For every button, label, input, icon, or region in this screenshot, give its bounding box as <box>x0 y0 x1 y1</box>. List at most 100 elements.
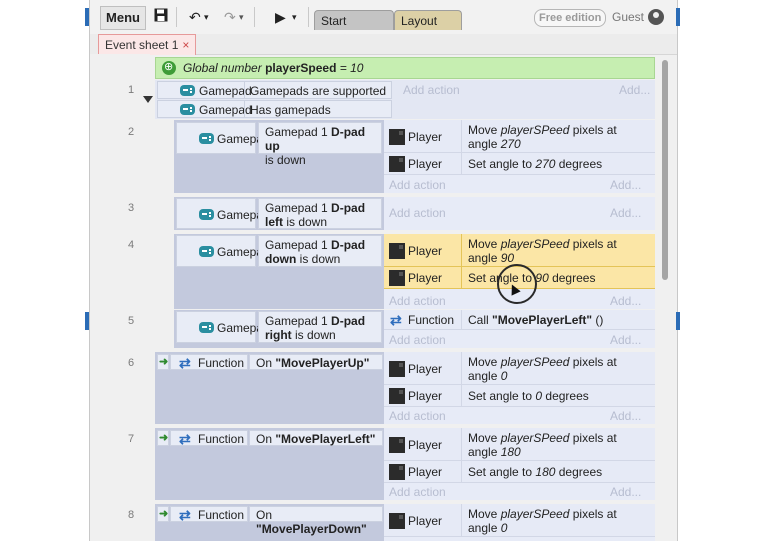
condition-object-cell[interactable]: Gamepad <box>176 198 270 229</box>
add-more-link[interactable]: Add... <box>610 178 641 192</box>
add-action-link[interactable]: Add action <box>403 83 460 97</box>
user-label[interactable]: Guest <box>612 10 644 24</box>
condition-text: On "MovePlayerLeft" <box>256 432 376 446</box>
condition-text: Has gamepads <box>250 103 331 117</box>
vertical-scrollbar[interactable] <box>662 60 668 280</box>
condition[interactable]: Gamepad Gamepads are supported <box>157 81 392 99</box>
event-number: 3 <box>127 202 135 214</box>
add-more-link[interactable]: Add... <box>610 485 641 499</box>
divider <box>461 504 462 536</box>
action-row[interactable]: Player Move playerSPeed pixels at angle 0 <box>384 352 655 385</box>
tab-start-page[interactable]: Start page× <box>314 10 394 48</box>
action-text: Move playerSPeed pixels at angle 0 <box>468 355 617 383</box>
action-row[interactable]: Player Move playerSPeed pixels at angle 0 <box>384 504 655 537</box>
action-row[interactable]: ⇄ Function Call "MovePlayerLeft" () <box>384 310 655 330</box>
condition-object-cell[interactable]: ⇄ Function <box>170 430 248 446</box>
action-object: Player <box>408 465 443 479</box>
condition[interactable]: Gamepad 1 D-pad down is down <box>258 235 382 267</box>
add-action-link[interactable]: Add action <box>389 409 446 423</box>
action-text: Move playerSPeed pixels at angle 0 <box>468 507 617 535</box>
add-more-link[interactable]: Add... <box>619 83 650 97</box>
add-action-link[interactable]: Add action <box>389 294 446 308</box>
condition-object: Function <box>198 508 245 522</box>
action-row[interactable]: Player Move playerSPeed pixels at angle 2… <box>384 120 655 153</box>
action-object: Player <box>408 157 443 171</box>
gamepad-icon <box>180 85 195 96</box>
condition[interactable]: Gamepad Has gamepads <box>157 100 392 118</box>
divider <box>461 385 462 406</box>
condition[interactable]: Gamepad 1 D-pad left is down <box>258 198 382 229</box>
divider <box>244 101 245 118</box>
add-action-link[interactable]: Add action <box>389 333 446 347</box>
add-action-link[interactable]: Add action <box>389 206 446 220</box>
gamepad-icon <box>199 133 214 144</box>
global-variable[interactable]: Global number playerSpeed = 10 <box>155 57 655 79</box>
trigger-arrow-icon: ➜ <box>159 508 169 520</box>
condition[interactable]: On "MovePlayerUp" <box>249 354 383 370</box>
event-number: 4 <box>127 239 135 251</box>
condition[interactable]: On "MovePlayerLeft" <box>249 430 383 446</box>
sprite-icon <box>389 388 405 404</box>
add-more-link[interactable]: Add... <box>610 206 641 220</box>
function-icon: ⇄ <box>179 355 191 371</box>
action-row[interactable]: Player Move playerSPeed pixels at angle 1… <box>384 428 655 461</box>
user-icon[interactable] <box>648 9 664 25</box>
tab-layout-1[interactable]: Layout 1× <box>394 10 462 48</box>
trigger-cell: ➜ <box>157 430 169 446</box>
sprite-icon <box>389 437 405 453</box>
divider <box>461 310 462 329</box>
action-text: Set angle to 180 degrees <box>468 465 603 479</box>
play-dropdown-icon[interactable]: ▾ <box>292 8 297 26</box>
add-more-link[interactable]: Add... <box>610 294 641 308</box>
condition[interactable]: On "MovePlayerDown" <box>249 506 383 536</box>
add-action-link[interactable]: Add action <box>389 485 446 499</box>
redo-dropdown-icon[interactable]: ▾ <box>239 8 244 26</box>
action-text: Move playerSPeed pixels at angle 90 <box>468 237 617 265</box>
menu-button[interactable]: Menu <box>100 6 146 30</box>
action-row-selected[interactable]: Player Move playerSPeed pixels at angle 9… <box>384 234 655 267</box>
toolbar-divider <box>308 7 309 27</box>
condition-object-cell[interactable]: Gamepad <box>176 235 270 267</box>
condition-object-cell[interactable]: ⇄ Function <box>170 354 248 370</box>
event-block: ➜ ⇄ Function On "MovePlayerDown" Player … <box>155 504 655 541</box>
event-block: Gamepad Gamepad 1 D-pad up is down Player… <box>174 120 655 193</box>
edition-badge[interactable]: Free edition <box>534 9 607 27</box>
sprite-icon <box>389 464 405 480</box>
play-icon[interactable]: ▶ <box>275 8 286 26</box>
add-more-link[interactable]: Add... <box>610 333 641 347</box>
condition-object-cell[interactable]: Gamepad <box>176 311 270 343</box>
edge-marker <box>85 312 89 330</box>
gamepad-icon <box>199 322 214 333</box>
divider <box>461 352 462 384</box>
function-icon: ⇄ <box>179 431 191 447</box>
undo-icon[interactable]: ↶ <box>189 8 201 26</box>
action-row[interactable]: Player Set angle to 180 degrees <box>384 461 655 483</box>
gamepad-icon <box>199 246 214 257</box>
add-more-link[interactable]: Add... <box>610 409 641 423</box>
event-number-gutter: 1 2 3 4 5 6 7 8 <box>90 54 150 541</box>
action-column: Player Move playerSPeed pixels at angle 2… <box>384 120 655 193</box>
function-icon: ⇄ <box>390 312 402 328</box>
outer-left-margin <box>0 0 89 541</box>
action-row[interactable]: Player Set angle to 0 degrees <box>384 385 655 407</box>
condition-text: Gamepad 1 D-pad down is down <box>265 238 366 266</box>
condition-object-cell[interactable]: Gamepad <box>176 122 270 154</box>
add-action-link[interactable]: Add action <box>389 178 446 192</box>
tab-event-sheet-1[interactable]: Event sheet 1 × <box>98 34 197 55</box>
close-icon[interactable]: × <box>182 38 189 52</box>
action-text: Set angle to 0 degrees <box>468 389 589 403</box>
redo-icon[interactable]: ↷ <box>224 8 236 26</box>
save-icon[interactable] <box>154 8 168 26</box>
condition[interactable]: Gamepad 1 D-pad up is down <box>258 122 382 167</box>
condition-text: On "MovePlayerDown" <box>256 508 367 536</box>
action-row[interactable]: Player Set angle to 270 degrees <box>384 153 655 175</box>
event-block: ➜ ⇄ Function On "MovePlayerLeft" Player … <box>155 428 655 500</box>
edge-marker <box>85 8 89 26</box>
condition[interactable]: Gamepad 1 D-pad right is down <box>258 311 382 343</box>
undo-dropdown-icon[interactable]: ▾ <box>204 8 209 26</box>
action-object: Player <box>408 362 443 376</box>
divider <box>461 120 462 152</box>
divider <box>461 234 462 266</box>
condition-object-cell[interactable]: ⇄ Function <box>170 506 248 522</box>
event-number: 6 <box>127 357 135 369</box>
